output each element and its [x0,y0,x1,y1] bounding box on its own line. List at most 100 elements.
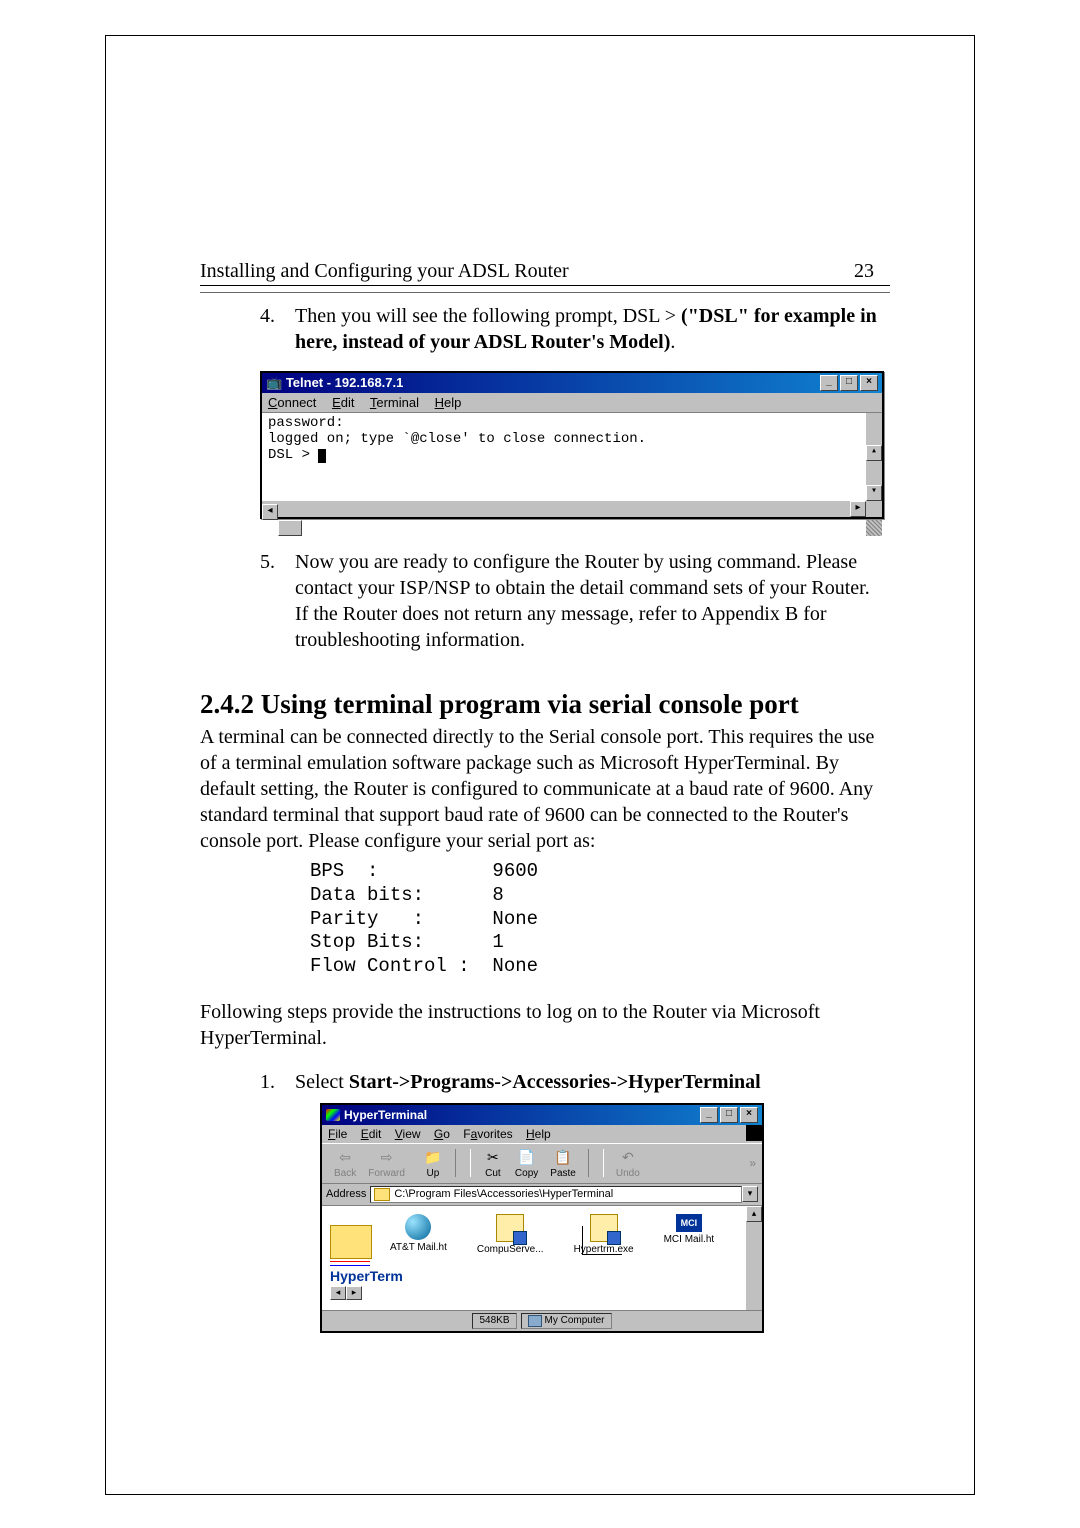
ht-close-button[interactable]: × [740,1107,758,1123]
telnet-hscrollbar[interactable]: ◂ ▸ [262,501,882,517]
up-button[interactable]: 📁Up [423,1148,443,1179]
ht-menu-go[interactable]: GoGo [434,1127,450,1141]
step-4-text-a: Then you will see the following prompt, … [295,305,681,327]
back-arrow-icon: ⇦ [335,1148,355,1168]
cut-icon: ✂ [483,1148,503,1168]
telnet-title: Telnet - 192.168.7.1 [286,375,404,390]
ht-menu-help[interactable]: HelpHelp [526,1127,551,1141]
hyperterminal-window: HyperTerminal _ □ × FileFile EditEdit Vi… [320,1103,764,1333]
ht-address-bar: Address C:\Program Files\Accessories\Hyp… [322,1184,762,1206]
status-size: 548KB [472,1313,516,1329]
mci-icon: MCI [676,1214,702,1232]
scroll-right-icon[interactable]: ▸ [850,501,866,517]
page-number: 23 [854,260,874,283]
cut-button[interactable]: ✂Cut [483,1148,503,1179]
step-5-text: Now you are ready to configure the Route… [295,549,885,653]
header-rule-thin [200,292,890,293]
address-label: Address [326,1188,366,1200]
forward-button[interactable]: ⇨Forward [368,1148,405,1179]
paste-button[interactable]: 📋Paste [550,1148,576,1179]
computer-icon [528,1315,542,1327]
copy-button[interactable]: 📄Copy [515,1148,538,1179]
telnet-app-icon: 📺 [266,375,286,390]
large-folder-icon [330,1225,372,1259]
folder-name-label: HyperTerm [330,1268,403,1284]
back-button[interactable]: ⇦Back [334,1148,356,1179]
forward-arrow-icon: ⇨ [377,1148,397,1168]
telnet-line-1: password: [268,415,344,431]
step-4-text: Then you will see the following prompt, … [295,303,885,355]
step-1-number: 1. [260,1069,290,1095]
exe-icon [496,1214,524,1242]
file-compuserve[interactable]: CompuServe... [477,1214,544,1255]
telnet-terminal-output[interactable]: password: logged on; type `@close' to cl… [262,412,882,501]
step-4-text-c: . [670,331,675,353]
paste-icon: 📋 [553,1148,573,1168]
scroll-up-icon[interactable]: ▴ [866,445,882,461]
file-mci-label: MCI Mail.ht [664,1234,715,1245]
step-4: 4. Then you will see the following promp… [260,303,890,355]
section-heading: 2.4.2 Using terminal program via serial … [200,689,890,720]
file-mci-mail[interactable]: MCI MCI Mail.ht [664,1214,715,1245]
resize-grip-icon[interactable] [866,520,882,536]
address-field[interactable]: C:\Program Files\Accessories\HyperTermin… [370,1186,742,1203]
telnet-line-3: DSL > [268,447,318,463]
rainbow-rule-icon [330,1261,370,1266]
scroll-down-icon[interactable]: ▾ [866,485,882,501]
step-5-number: 5. [260,549,290,575]
telnet-titlebar[interactable]: 📺 Telnet - 192.168.7.1 _ □ × [262,373,882,393]
undo-icon: ↶ [618,1148,638,1168]
content: Installing and Configuring your ADSL Rou… [200,260,890,1333]
ht-statusbar: 548KB My Computer [322,1310,762,1331]
toolbar-overflow-icon[interactable]: » [749,1156,756,1170]
ht-scroll-up-icon[interactable]: ▴ [746,1206,762,1222]
ht-menu-edit[interactable]: EditEdit [361,1127,382,1141]
ht-throbber-icon: 🖥 [746,1125,762,1141]
folder-icon [374,1188,390,1201]
telnet-window: 📺 Telnet - 192.168.7.1 _ □ × CConnectonn… [260,371,884,519]
ht-minimize-button[interactable]: _ [700,1107,718,1123]
menu-help[interactable]: HelpHelp [435,395,462,410]
ht-menu-favorites[interactable]: FavoritesFavorites [463,1127,512,1141]
ht-maximize-button[interactable]: □ [720,1107,738,1123]
telnet-vscrollbar[interactable]: ▴ ▾ [866,413,882,501]
serial-settings: BPS : 9600 Data bits: 8 Parity : None St… [310,860,890,979]
menu-edit[interactable]: EditEdit [332,395,354,410]
ht-vscrollbar[interactable]: ▴ [746,1206,762,1310]
undo-button[interactable]: ↶Undo [616,1148,640,1179]
step-1: 1. Select Start->Programs->Accessories->… [260,1069,890,1095]
page-header: Installing and Configuring your ADSL Rou… [200,260,890,283]
status-location-text: My Computer [545,1315,605,1326]
scroll-thumb[interactable] [278,520,302,536]
menu-connect[interactable]: CConnectonnect [268,395,316,410]
ht-toolbar: ⇦Back ⇨Forward 📁Up ✂Cut 📄Copy 📋Paste ↶Un… [322,1143,762,1184]
folder-nav-left-icon[interactable]: ◂ [330,1286,346,1300]
minimize-button[interactable]: _ [820,375,838,391]
folder-info-panel: HyperTerm ◂ ▸ [330,1225,403,1300]
address-dropdown-icon[interactable]: ▾ [742,1186,758,1202]
globe-icon [405,1214,431,1240]
step-1-text: Select Start->Programs->Accessories->Hyp… [295,1069,885,1095]
telnet-line-2: logged on; type `@close' to close connec… [268,431,646,447]
folder-nav-right-icon[interactable]: ▸ [346,1286,362,1300]
ht-titlebar[interactable]: HyperTerminal _ □ × [322,1105,762,1125]
file-compu-label: CompuServe... [477,1244,544,1255]
ht-file-list[interactable]: AT&T Mail.ht CompuServe... Hypertrm.exe … [322,1206,762,1310]
address-path: C:\Program Files\Accessories\HyperTermin… [394,1188,613,1200]
step-1-text-a: Select [295,1071,349,1093]
cursor-icon [318,449,326,463]
maximize-button[interactable]: □ [840,375,858,391]
ht-menu-file[interactable]: FileFile [328,1127,347,1141]
header-rule [200,285,890,286]
scroll-left-icon[interactable]: ◂ [262,504,278,520]
section-para-2: Following steps provide the instructions… [200,999,890,1051]
ht-menubar: FileFile EditEdit ViewView GoGo Favorite… [322,1125,746,1143]
close-button[interactable]: × [860,375,878,391]
header-title: Installing and Configuring your ADSL Rou… [200,260,569,283]
status-location: My Computer [521,1313,612,1329]
ht-menu-view[interactable]: ViewView [395,1127,421,1141]
menu-terminal[interactable]: TerminalTerminal [370,395,419,410]
up-folder-icon: 📁 [423,1148,443,1168]
copy-icon: 📄 [517,1148,537,1168]
step-1-text-b: Start->Programs->Accessories->HyperTermi… [349,1071,761,1093]
